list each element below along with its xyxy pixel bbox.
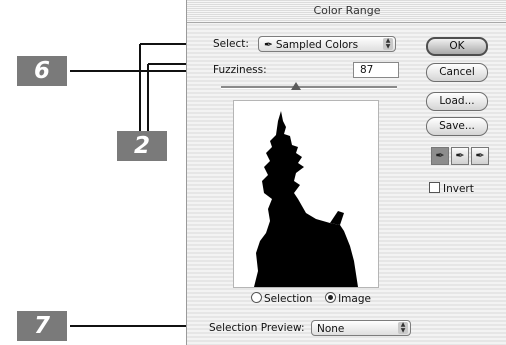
selection-preview-image xyxy=(233,100,379,288)
popup-arrows-icon: ▲ ▼ xyxy=(398,322,408,334)
eyedropper-icon[interactable]: ✒ xyxy=(431,147,449,165)
selection-preview-value: None xyxy=(317,323,345,335)
eyedropper-tools: ✒ ✒ ✒ xyxy=(431,147,491,165)
popup-arrows-icon: ▲ ▼ xyxy=(383,38,393,50)
radio-image-label: Image xyxy=(338,293,371,305)
fuzziness-slider-thumb[interactable] xyxy=(291,82,301,90)
eyedropper-icon: ✒ xyxy=(264,39,273,51)
callout-2: 2 xyxy=(117,131,167,161)
preview-mode-radios: Selection Image xyxy=(251,292,371,305)
select-label: Select: xyxy=(213,38,249,50)
radio-image[interactable] xyxy=(325,292,337,303)
eyedropper-plus-icon[interactable]: ✒ xyxy=(451,147,469,165)
load-button[interactable]: Load... xyxy=(426,92,488,111)
radio-selection[interactable] xyxy=(251,292,262,303)
invert-checkbox[interactable] xyxy=(429,182,440,193)
eyedropper-minus-icon[interactable]: ✒ xyxy=(471,147,489,165)
fuzziness-field[interactable]: 87 xyxy=(353,62,399,78)
fuzziness-slider-track[interactable] xyxy=(221,86,397,89)
cancel-button[interactable]: Cancel xyxy=(426,63,488,82)
statue-silhouette-mask xyxy=(254,111,358,287)
selection-preview-label: Selection Preview: xyxy=(209,322,305,334)
dialog-title: Color Range xyxy=(187,0,506,23)
save-button[interactable]: Save... xyxy=(426,117,488,136)
select-popup[interactable]: ✒ Sampled Colors ▲ ▼ xyxy=(258,36,396,52)
color-range-dialog: Color Range Select: ✒ Sampled Colors ▲ ▼ F… xyxy=(186,0,506,345)
fuzziness-label: Fuzziness: xyxy=(213,64,267,76)
select-popup-value: Sampled Colors xyxy=(275,39,359,51)
callout-7: 7 xyxy=(17,311,67,341)
radio-selection-label: Selection xyxy=(264,293,313,305)
ok-button[interactable]: OK xyxy=(426,37,488,56)
callout-6: 6 xyxy=(17,56,67,86)
invert-option[interactable]: Invert xyxy=(429,182,474,195)
invert-label: Invert xyxy=(443,183,474,195)
selection-preview-popup[interactable]: None ▲ ▼ xyxy=(311,320,411,336)
